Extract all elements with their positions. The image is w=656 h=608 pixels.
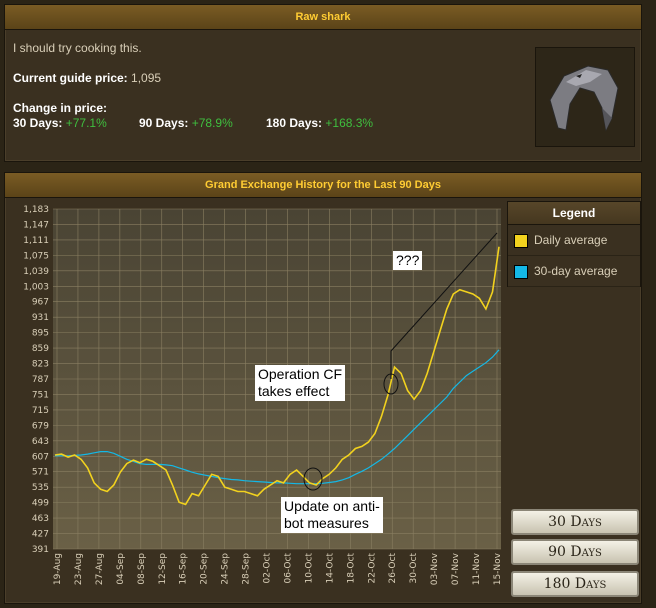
price-history-panel: Grand Exchange History for the Last 90 D…: [4, 172, 642, 604]
x-tick-label: 27-Aug: [95, 553, 105, 585]
x-tick-label: 23-Aug: [74, 553, 84, 585]
guide-price-label: Current guide price:: [13, 71, 128, 85]
x-tick-label: 16-Sep: [179, 553, 189, 585]
range-30-days-button[interactable]: 30 Days: [511, 509, 639, 535]
annotation-update-line2: bot measures: [284, 515, 369, 531]
history-title: Grand Exchange History for the Last 90 D…: [5, 173, 641, 198]
change-30-value: +77.1%: [65, 116, 107, 130]
y-tick-label: 499: [32, 499, 49, 509]
y-tick-label: 1,003: [23, 282, 49, 292]
change-90-days: 90 Days: +78.9%: [139, 116, 233, 130]
change-30-days: 30 Days: +77.1%: [13, 116, 107, 130]
y-tick-label: 679: [32, 421, 49, 431]
guide-price-value: 1,095: [131, 71, 162, 85]
y-tick-label: 391: [32, 545, 49, 555]
y-tick-label: 1,111: [23, 236, 49, 246]
legend-label-daily: Daily average: [534, 233, 608, 247]
legend-label-30day: 30-day average: [534, 264, 618, 278]
y-tick-label: 787: [32, 375, 49, 385]
x-tick-label: 18-Oct: [346, 553, 356, 584]
y-tick-label: 1,147: [23, 220, 49, 230]
item-image: [535, 47, 635, 147]
annotation-operation-cf: Operation CF takes effect: [255, 365, 346, 401]
x-tick-label: 12-Sep: [158, 553, 168, 585]
change-90-label: 90 Days:: [139, 116, 189, 130]
y-tick-label: 859: [32, 344, 49, 354]
annotation-update: Update on anti- bot measures: [281, 497, 383, 533]
x-tick-label: 30-Oct: [409, 553, 419, 584]
item-examine-text: I should try cooking this.: [13, 41, 142, 55]
y-tick-label: 931: [32, 313, 49, 323]
change-90-value: +78.9%: [191, 116, 233, 130]
x-tick-label: 06-Oct: [283, 553, 293, 584]
x-tick-label: 14-Oct: [325, 553, 335, 584]
annotation-question: ???: [393, 251, 423, 270]
annotation-operation-line2: takes effect: [258, 383, 330, 399]
y-tick-label: 1,183: [23, 205, 49, 215]
x-tick-label: 04-Sep: [116, 553, 126, 585]
legend-panel: Legend Daily average 30-day average: [507, 201, 641, 287]
raw-shark-icon: [549, 65, 619, 132]
price-chart: 391 427 463 499 535 571 607 643 679 715 751 787 823 8…: [9, 201, 503, 597]
y-tick-label: 607: [32, 452, 49, 462]
legend-item-daily: Daily average: [508, 225, 640, 256]
range-180-days-button[interactable]: 180 Days: [511, 571, 639, 597]
x-tick-label: 08-Sep: [137, 553, 147, 585]
change-180-value: +168.3%: [325, 116, 374, 130]
annotation-update-line1: Update on anti-: [284, 498, 380, 514]
y-tick-label: 643: [32, 437, 49, 447]
legend-item-30day: 30-day average: [508, 256, 640, 287]
y-tick-label: 1,075: [23, 251, 49, 261]
legend-swatch-30day: [514, 264, 528, 279]
x-tick-label: 03-Nov: [430, 552, 440, 585]
annotation-operation-line1: Operation CF: [258, 366, 343, 382]
x-tick-label: 24-Sep: [221, 553, 231, 585]
y-tick-label: 535: [32, 483, 49, 493]
item-info-panel: Raw shark I should try cooking this. Cur…: [4, 4, 642, 162]
x-tick-label: 10-Oct: [304, 553, 314, 584]
change-30-label: 30 Days:: [13, 116, 63, 130]
legend-title: Legend: [508, 202, 640, 225]
range-90-days-button[interactable]: 90 Days: [511, 539, 639, 565]
x-tick-label: 26-Oct: [388, 553, 398, 584]
y-tick-label: 895: [32, 329, 49, 339]
change-in-price-label: Change in price:: [13, 101, 108, 115]
x-tick-label: 28-Sep: [242, 553, 252, 585]
y-tick-label: 823: [32, 360, 49, 370]
y-tick-label: 463: [32, 514, 49, 524]
change-180-label: 180 Days:: [266, 116, 323, 130]
change-180-days: 180 Days: +168.3%: [266, 116, 373, 130]
y-tick-label: 967: [32, 298, 49, 308]
x-tick-label: 11-Nov: [472, 552, 482, 585]
legend-swatch-daily: [514, 233, 528, 248]
guide-price-row: Current guide price: 1,095: [13, 71, 161, 85]
x-tick-label: 15-Nov: [493, 552, 503, 585]
x-tick-label: 02-Oct: [263, 553, 273, 584]
x-tick-label: 19-Aug: [53, 553, 63, 585]
item-name-header: Raw shark: [5, 5, 641, 30]
x-tick-label: 07-Nov: [451, 552, 461, 585]
y-tick-label: 1,039: [23, 267, 49, 277]
y-tick-label: 751: [32, 390, 49, 400]
x-tick-label: 20-Sep: [200, 553, 210, 585]
x-tick-label: 22-Oct: [367, 553, 377, 584]
y-tick-label: 571: [32, 468, 49, 478]
y-tick-label: 427: [32, 530, 49, 540]
y-tick-label: 715: [32, 406, 49, 416]
